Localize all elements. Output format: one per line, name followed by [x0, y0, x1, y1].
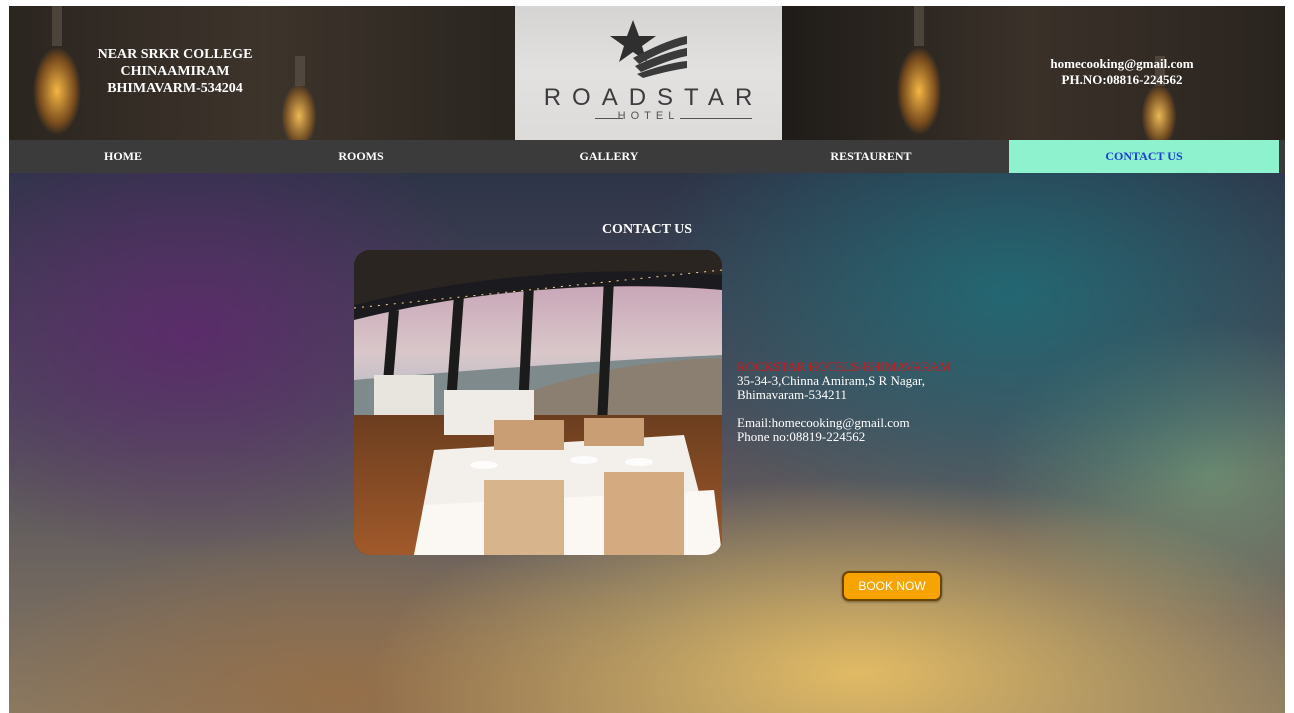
lamp-decoration	[52, 6, 62, 46]
header-address-line: BHIMAVARM-534204	[107, 81, 243, 96]
header-phone: PH.NO:08816-224562	[1061, 72, 1183, 87]
page: NEAR SRKR COLLEGE CHINAAMIRAM BHIMAVARM-…	[9, 6, 1285, 713]
nav-gallery[interactable]: GALLERY	[485, 140, 733, 173]
header-email: homecooking@gmail.com	[1050, 56, 1194, 71]
nav-contact-us[interactable]: CONTACT US	[1009, 140, 1279, 173]
header-address-line: CHINAAMIRAM	[120, 64, 230, 79]
header-address: NEAR SRKR COLLEGE CHINAAMIRAM BHIMAVARM-…	[69, 46, 281, 97]
contact-email: Email:homecooking@gmail.com	[737, 415, 910, 430]
logo-name: ROADSTAR	[543, 84, 764, 111]
contact-section: CONTACT US ROCKSTAR HOTELS-BHIMAVARAM 35…	[9, 173, 1285, 713]
restaurant-photo	[354, 250, 722, 555]
address-block: ROCKSTAR HOTELS-BHIMAVARAM 35-34-3,Chinn…	[737, 360, 997, 444]
lamp-decoration	[914, 6, 924, 46]
book-now-button[interactable]: BOOK NOW	[842, 571, 942, 601]
address-line-2: Bhimavaram-534211	[737, 387, 847, 402]
star-logo-icon	[610, 20, 687, 78]
nav-spacer	[1279, 140, 1285, 173]
page-title: CONTACT US	[601, 222, 693, 237]
nav-restaurent[interactable]: RESTAURENT	[733, 140, 1009, 173]
contact-phone: Phone no:08819-224562	[737, 429, 866, 444]
lamp-decoration	[295, 56, 305, 86]
hotel-logo: ROADSTAR HOTEL	[515, 6, 782, 140]
address-line-1: 35-34-3,Chinna Amiram,S R Nagar,	[737, 373, 925, 388]
nav-rooms[interactable]: ROOMS	[237, 140, 485, 173]
header-banner: NEAR SRKR COLLEGE CHINAAMIRAM BHIMAVARM-…	[9, 6, 1285, 140]
header-contact: homecooking@gmail.com PH.NO:08816-224562	[1019, 56, 1225, 88]
logo-subtitle: HOTEL	[617, 110, 680, 122]
main-nav: HOME ROOMS GALLERY RESTAURENT CONTACT US	[9, 140, 1285, 173]
hotel-name: ROCKSTAR HOTELS-BHIMAVARAM	[737, 359, 952, 374]
header-address-line: NEAR SRKR COLLEGE	[97, 47, 253, 62]
nav-home[interactable]: HOME	[9, 140, 237, 173]
logo-rule	[680, 118, 752, 119]
